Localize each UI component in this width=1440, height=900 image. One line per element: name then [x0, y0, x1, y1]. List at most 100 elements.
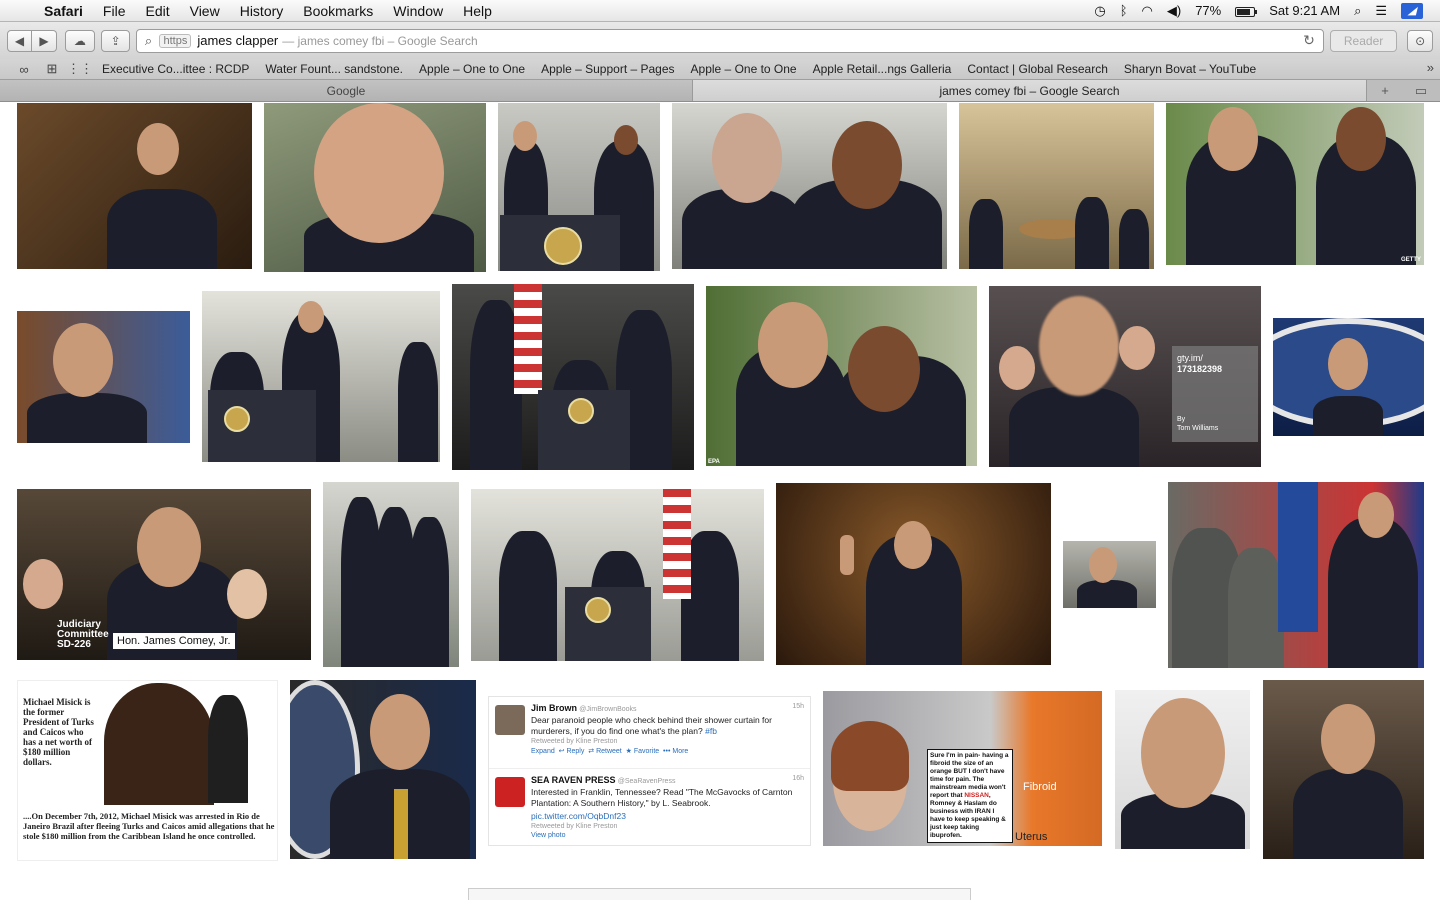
tweet-time: 15h: [792, 703, 804, 710]
bluetooth-icon[interactable]: ᛒ: [1113, 3, 1135, 18]
notification-list-icon[interactable]: ☰: [1368, 3, 1394, 19]
https-badge: https: [159, 33, 192, 48]
volume-icon[interactable]: ◀): [1160, 3, 1188, 19]
spotlight-search-icon[interactable]: ⌕: [1347, 3, 1368, 19]
fibroid-label: Fibroid: [1023, 781, 1057, 793]
image-result[interactable]: [471, 489, 764, 661]
tab-google-search[interactable]: james comey fbi – Google Search: [693, 80, 1367, 101]
image-result[interactable]: [776, 483, 1051, 665]
image-result[interactable]: [17, 311, 190, 443]
address-suggestion[interactable]: — james comey fbi – Google Search: [282, 34, 477, 48]
image-results-grid: GETTY EPA gty.im/ 173182398 By Tom Willi…: [0, 103, 1440, 900]
tweet-hashtag: #fb: [705, 726, 717, 736]
image-result[interactable]: EPA: [706, 286, 977, 466]
show-more-results-button[interactable]: [468, 888, 971, 900]
search-icon: ⌕: [144, 32, 153, 48]
bookmarks-book-icon[interactable]: ⊞: [38, 61, 66, 77]
bookmark-item[interactable]: Apple – One to One: [411, 62, 533, 76]
menu-edit[interactable]: Edit: [135, 3, 179, 19]
image-result[interactable]: [498, 103, 660, 271]
top-sites-icon[interactable]: ⋮⋮: [66, 61, 94, 77]
photo-rose-garden-podium: [498, 103, 660, 271]
tab-bar: Google james comey fbi – Google Search +…: [0, 79, 1440, 102]
menu-bookmarks[interactable]: Bookmarks: [293, 3, 383, 19]
bookmark-item[interactable]: Water Fount... sandstone.: [257, 62, 411, 76]
bookmark-item[interactable]: Executive Co...ittee : RCDP: [94, 62, 257, 76]
back-button[interactable]: ◀: [7, 29, 32, 52]
misick-left-text: Michael Misick is the former President o…: [23, 697, 94, 767]
menu-window[interactable]: Window: [383, 3, 453, 19]
image-result[interactable]: [323, 482, 459, 667]
bookmark-item[interactable]: Apple Retail...ngs Galleria: [805, 62, 960, 76]
notification-center-icon[interactable]: ◢: [1394, 2, 1440, 19]
image-result[interactable]: Judiciary Committee SD-226 Hon. James Co…: [17, 489, 311, 660]
image-result[interactable]: [1063, 541, 1156, 608]
tweet-retweet: Retweet: [596, 748, 622, 755]
misick-portrait: [104, 683, 214, 805]
image-result[interactable]: [1115, 690, 1250, 849]
tweet-view-photo: View photo: [531, 832, 566, 839]
bookmark-item[interactable]: Apple – Support – Pages: [533, 62, 682, 76]
reader-button[interactable]: Reader: [1329, 29, 1398, 52]
reading-list-icon[interactable]: ∞: [10, 62, 38, 77]
menu-view[interactable]: View: [180, 3, 230, 19]
downloads-button[interactable]: ⊙: [1407, 29, 1433, 52]
epa-watermark: EPA: [708, 459, 720, 465]
menu-help[interactable]: Help: [453, 3, 502, 19]
all-tabs-button[interactable]: ▭: [1403, 80, 1439, 101]
plus-icon: +: [1381, 83, 1389, 98]
address-query[interactable]: james clapper: [197, 33, 278, 48]
tweet-reply: Reply: [566, 748, 585, 755]
tweet-body: Dear paranoid people who check behind th…: [531, 715, 772, 736]
misick-bottom-text: ....On December 7th, 2012, Michael Misic…: [23, 811, 275, 841]
image-result[interactable]: [17, 103, 252, 269]
browser-toolbar: ◀ ▶ ☁ ⇪ ⌕ https james clapper — james co…: [0, 22, 1440, 59]
icloud-tabs-button[interactable]: ☁: [65, 29, 95, 52]
image-result[interactable]: [672, 103, 947, 269]
bookmarks-overflow-icon[interactable]: »: [1427, 60, 1434, 75]
forward-button[interactable]: ▶: [32, 29, 57, 52]
wifi-icon[interactable]: ◠: [1135, 3, 1160, 19]
image-result[interactable]: [1168, 482, 1424, 668]
forward-arrow-icon: ▶: [39, 33, 49, 48]
battery-percent[interactable]: 77%: [1188, 3, 1228, 18]
bookmark-item[interactable]: Apple – One to One: [683, 62, 805, 76]
tab-google[interactable]: Google: [0, 80, 693, 101]
tweet-favorite: Favorite: [633, 748, 660, 755]
menu-file[interactable]: File: [93, 3, 136, 19]
photo-comey-official-portrait: [17, 311, 190, 443]
time-machine-icon[interactable]: ◷: [1087, 3, 1112, 19]
battery-icon[interactable]: [1228, 3, 1262, 18]
image-result-misick[interactable]: Michael Misick is the former President o…: [17, 680, 278, 861]
photo-comey-sworn-in: [776, 483, 1051, 665]
image-result[interactable]: [264, 103, 486, 272]
image-result[interactable]: Sure I'm in pain- having a fibroid the s…: [823, 691, 1102, 846]
image-result[interactable]: [202, 291, 440, 462]
menu-history[interactable]: History: [230, 3, 294, 19]
image-result[interactable]: gty.im/ 173182398 By Tom Williams: [989, 286, 1261, 467]
new-tab-button[interactable]: +: [1367, 80, 1403, 101]
judiciary-line-3: SD-226: [57, 639, 91, 650]
bookmark-item[interactable]: Contact | Global Research: [959, 62, 1116, 76]
image-result[interactable]: [452, 284, 694, 470]
photo-fibroid-meme: Sure I'm in pain- having a fibroid the s…: [823, 691, 1102, 846]
photo-rose-garden-nomination: [471, 489, 764, 661]
menu-app-name[interactable]: Safari: [42, 3, 93, 19]
image-result[interactable]: [290, 680, 476, 859]
address-bar[interactable]: ⌕ https james clapper — james comey fbi …: [136, 28, 1324, 53]
image-result[interactable]: [1273, 318, 1424, 436]
back-forward-buttons: ◀ ▶: [7, 29, 57, 52]
tweet-retweeted-by: Retweeted by Kline Preston: [531, 738, 618, 745]
bookmark-item[interactable]: Sharyn Bovat – YouTube: [1116, 62, 1264, 76]
share-button[interactable]: ⇪: [100, 29, 131, 52]
image-result-tweets[interactable]: Jim Brown @JimBrownBooks 15h Dear parano…: [488, 696, 811, 846]
woman-figure: [208, 695, 248, 803]
clock[interactable]: Sat 9:21 AM: [1262, 3, 1347, 18]
image-result[interactable]: [959, 103, 1154, 269]
image-result[interactable]: [1263, 680, 1424, 859]
fibroid-nissan: NISSAN: [964, 792, 989, 799]
bookmarks-bar: ∞ ⊞ ⋮⋮ Executive Co...ittee : RCDP Water…: [0, 59, 1440, 79]
image-result[interactable]: GETTY: [1166, 103, 1424, 265]
reload-icon[interactable]: ↻: [1303, 32, 1315, 49]
tweet: SEA RAVEN PRESS @SeaRavenPress 16h Inter…: [489, 769, 810, 841]
